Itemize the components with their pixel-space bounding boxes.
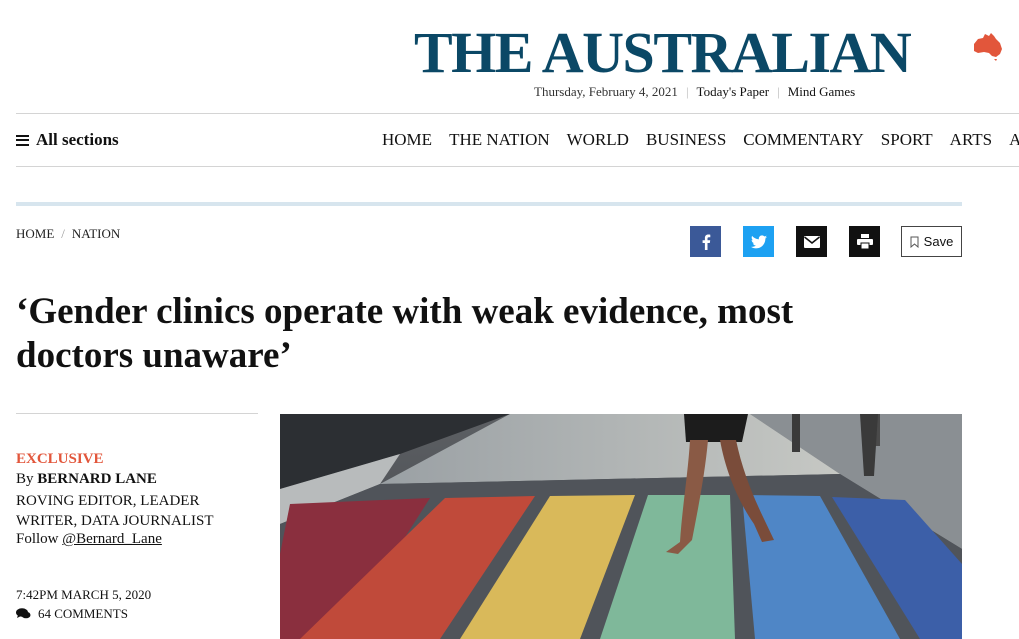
todays-paper-link[interactable]: Today's Paper — [697, 84, 770, 100]
hamburger-menu-icon — [16, 134, 29, 146]
facebook-icon — [702, 234, 710, 250]
print-icon — [856, 234, 873, 249]
article-headline: ‘Gender clinics operate with weak eviden… — [16, 291, 794, 376]
all-sections-label: All sections — [36, 130, 119, 149]
dateline: Thursday, February 4, 2021 | Today's Pap… — [534, 84, 855, 100]
all-sections-button[interactable]: All sections — [16, 130, 119, 150]
main-nav: All sections HOME THE NATION WORLD BUSIN… — [16, 113, 1019, 167]
follow-label: Follow — [16, 531, 59, 547]
comments-icon — [16, 608, 31, 619]
hero-image[interactable] — [280, 414, 962, 639]
nav-item-home[interactable]: HOME — [382, 130, 432, 150]
by-label: By — [16, 471, 34, 487]
nav-item-sport[interactable]: SPORT — [881, 130, 933, 150]
follow-line: Follow @Bernard_Lane — [16, 531, 162, 548]
divider: | — [685, 84, 689, 99]
comments-link[interactable]: 64 COMMENTS — [16, 606, 128, 622]
byline-divider — [16, 413, 258, 414]
twitter-share-button[interactable] — [743, 226, 774, 257]
author-name[interactable]: BERNARD LANE — [37, 471, 157, 487]
rainbow-crossing-photo — [280, 414, 962, 639]
nav-item-truncated[interactable]: A — [1009, 130, 1019, 150]
current-date: Thursday, February 4, 2021 — [534, 84, 678, 99]
author-role: ROVING EDITOR, LEADER WRITER, DATA JOURN… — [16, 493, 214, 529]
mind-games-link[interactable]: Mind Games — [788, 84, 856, 100]
exclusive-kicker: EXCLUSIVE — [16, 451, 104, 467]
facebook-share-button[interactable] — [690, 226, 721, 257]
bookmark-icon — [910, 236, 919, 248]
divider: | — [777, 84, 780, 99]
nav-item-arts[interactable]: ARTS — [950, 130, 992, 150]
twitter-handle-link[interactable]: @Bernard_Lane — [62, 531, 162, 547]
save-label: Save — [923, 234, 954, 249]
section-divider — [16, 202, 962, 206]
nav-item-commentary[interactable]: COMMENTARY — [743, 130, 864, 150]
nav-item-world[interactable]: WORLD — [567, 130, 629, 150]
nav-item-the-nation[interactable]: THE NATION — [449, 130, 550, 150]
site-logo[interactable]: THE AUSTRALIAN — [414, 22, 912, 84]
twitter-icon — [750, 234, 767, 248]
australia-map-icon — [974, 33, 1002, 61]
breadcrumb-home[interactable]: HOME — [16, 226, 54, 242]
comments-count: 64 COMMENTS — [38, 606, 128, 621]
breadcrumb: HOME / NATION — [16, 226, 120, 242]
print-button[interactable] — [849, 226, 880, 257]
publish-timestamp: 7:42PM MARCH 5, 2020 — [16, 587, 152, 602]
breadcrumb-separator: / — [61, 226, 65, 241]
breadcrumb-nation[interactable]: NATION — [72, 226, 120, 242]
masthead: THE AUSTRALIAN Thursday, February 4, 202… — [0, 0, 1019, 113]
email-share-button[interactable] — [796, 226, 827, 257]
author-line: By BERNARD LANE — [16, 471, 157, 488]
nav-items: HOME THE NATION WORLD BUSINESS COMMENTAR… — [382, 130, 1019, 150]
save-article-button[interactable]: Save — [901, 226, 962, 257]
nav-item-business[interactable]: BUSINESS — [646, 130, 726, 150]
email-icon — [803, 235, 820, 248]
